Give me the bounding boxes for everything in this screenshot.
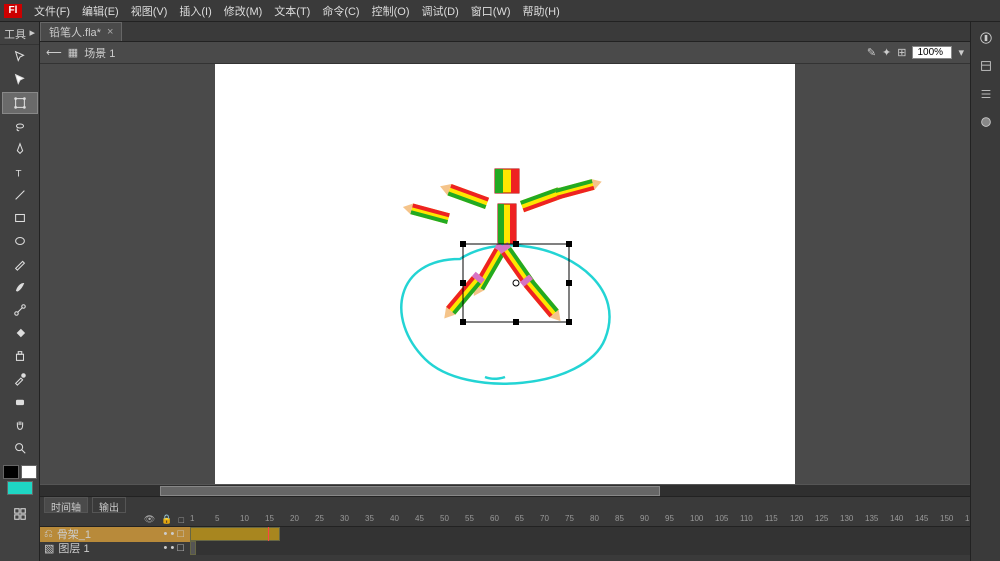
right-panels — [970, 22, 1000, 561]
zoom-input[interactable] — [912, 46, 952, 59]
svg-text:T: T — [15, 168, 21, 179]
tools-panel: 工具▸ T — [0, 22, 40, 561]
menu-debug[interactable]: 调试(D) — [416, 3, 465, 19]
bone-layer-icon: ⎌ — [44, 528, 53, 541]
playhead[interactable] — [268, 527, 269, 541]
zoom-tool[interactable] — [2, 437, 38, 459]
scene-bar: ⟵ ▦ 场景 1 ✎ ✦ ⊞ ▾ — [40, 42, 970, 64]
eraser-tool[interactable] — [2, 391, 38, 413]
hand-tool[interactable] — [2, 414, 38, 436]
timeline-panel: 时间轴 输出 👁 🔒 □ 151015202530354045505560657… — [40, 496, 970, 561]
menu-file[interactable]: 文件(F) — [28, 3, 76, 19]
menu-help[interactable]: 帮助(H) — [517, 3, 566, 19]
menu-modify[interactable]: 修改(M) — [218, 3, 269, 19]
layer-row-1[interactable]: ▧ 图层 1 • • □ — [40, 541, 970, 555]
properties-panel-icon[interactable] — [972, 26, 1000, 50]
pen-tool[interactable] — [2, 138, 38, 160]
tab-close-button[interactable]: × — [107, 26, 113, 38]
pencil-figure[interactable] — [402, 169, 604, 325]
canvas-artwork[interactable] — [215, 64, 795, 489]
output-tab[interactable]: 输出 — [92, 497, 126, 513]
color-swatches — [0, 465, 39, 495]
bone-tool[interactable] — [2, 299, 38, 321]
ink-bottle-tool[interactable] — [2, 345, 38, 367]
visibility-header-icon[interactable]: 👁 — [144, 514, 155, 525]
menu-insert[interactable]: 插入(I) — [173, 3, 217, 19]
stage[interactable] — [215, 64, 795, 489]
menubar: Fl 文件(F) 编辑(E) 视图(V) 插入(I) 修改(M) 文本(T) 命… — [0, 0, 1000, 22]
lasso-tool[interactable] — [2, 115, 38, 137]
free-transform-tool[interactable] — [2, 92, 38, 114]
menu-edit[interactable]: 编辑(E) — [76, 3, 125, 19]
menu-view[interactable]: 视图(V) — [125, 3, 174, 19]
frame-ruler[interactable]: 1510152025303540455055606570758085909510… — [190, 513, 970, 526]
subselection-tool[interactable] — [2, 69, 38, 91]
zoom-dropdown-icon[interactable]: ▾ — [958, 46, 964, 59]
text-tool[interactable]: T — [2, 161, 38, 183]
stage-area — [40, 64, 970, 496]
scene-back-button[interactable]: ⟵ — [46, 46, 62, 59]
frame-span-1[interactable] — [190, 527, 280, 541]
stage-h-scrollbar[interactable] — [40, 484, 970, 496]
edit-scene-icon[interactable]: ✎ — [867, 46, 876, 59]
scrollbar-thumb[interactable] — [160, 486, 660, 496]
library-panel-icon[interactable] — [972, 54, 1000, 78]
outline-header-icon[interactable]: □ — [179, 515, 184, 525]
stroke-swatch[interactable] — [3, 465, 19, 479]
tools-panel-title: 工具▸ — [0, 24, 39, 45]
document-tabs: 铅笔人.fla* × — [0, 22, 1000, 42]
rectangle-tool[interactable] — [2, 207, 38, 229]
frame-track-1[interactable] — [190, 527, 970, 541]
symbol-icon[interactable]: ✦ — [882, 46, 891, 59]
selection-tool[interactable] — [2, 46, 38, 68]
eyedropper-tool[interactable] — [2, 368, 38, 390]
layer-icon: ▧ — [44, 542, 54, 555]
accent-swatch[interactable] — [7, 481, 33, 495]
menu-window[interactable]: 窗口(W) — [465, 3, 517, 19]
menu-text[interactable]: 文本(T) — [268, 3, 316, 19]
paint-bucket-tool[interactable] — [2, 322, 38, 344]
line-tool[interactable] — [2, 184, 38, 206]
document-tab[interactable]: 铅笔人.fla* × — [40, 22, 122, 41]
keyframe-1[interactable] — [190, 541, 196, 555]
scene-icon: ▦ — [68, 46, 78, 59]
pencil-tool[interactable] — [2, 253, 38, 275]
oval-tool[interactable] — [2, 230, 38, 252]
grid-icon[interactable]: ⊞ — [897, 46, 906, 59]
app-logo: Fl — [4, 4, 22, 18]
align-panel-icon[interactable] — [972, 82, 1000, 106]
frame-track-2[interactable] — [190, 541, 970, 555]
layer-name[interactable]: ▧ 图层 1 • • □ — [40, 540, 190, 555]
timeline-tab[interactable]: 时间轴 — [44, 497, 88, 513]
brush-tool[interactable] — [2, 276, 38, 298]
color-panel-icon[interactable] — [972, 110, 1000, 134]
fill-swatch[interactable] — [21, 465, 37, 479]
scene-label: 场景 1 — [84, 45, 115, 61]
options-tool[interactable] — [2, 503, 38, 525]
menu-command[interactable]: 命令(C) — [316, 3, 365, 19]
annotation-circle — [401, 245, 609, 383]
layer-header: 👁 🔒 □ — [40, 513, 190, 526]
lock-header-icon[interactable]: 🔒 — [161, 514, 172, 525]
tab-title: 铅笔人.fla* — [49, 24, 101, 40]
layer-row-armature[interactable]: ⎌ 骨架_1 • • □ — [40, 527, 970, 541]
menu-control[interactable]: 控制(O) — [366, 3, 416, 19]
